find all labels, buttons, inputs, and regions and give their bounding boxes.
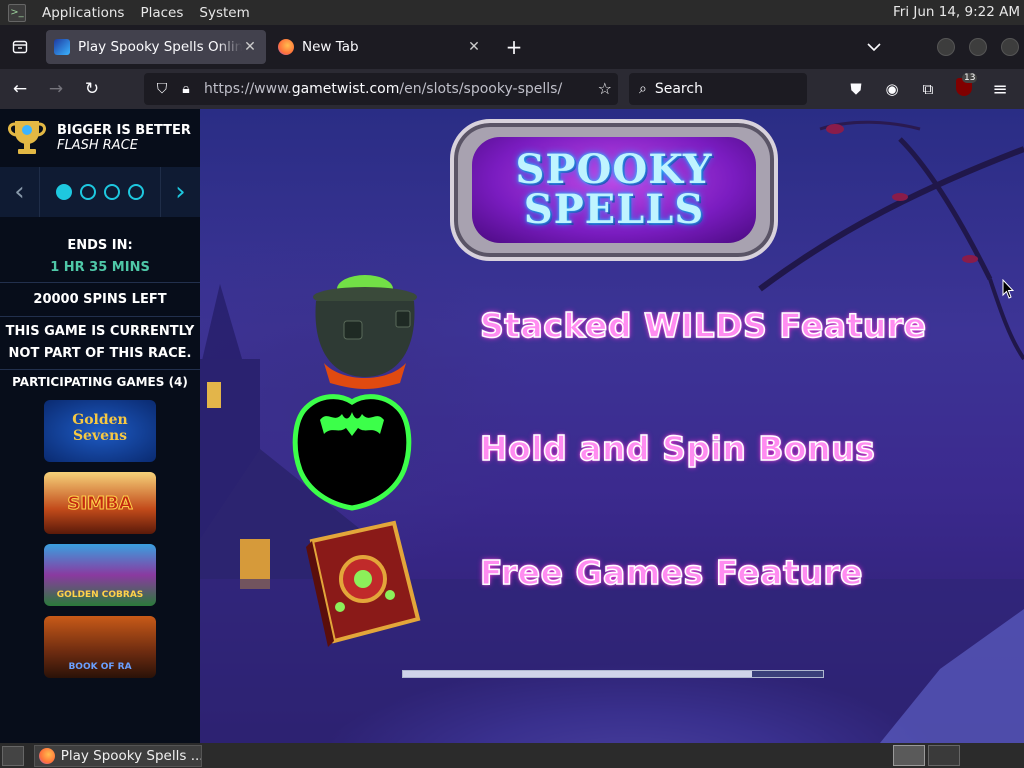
terminal-app-icon[interactable]: >_ — [8, 3, 26, 22]
reload-button[interactable]: ↻ — [76, 73, 108, 105]
hamburger-menu-icon[interactable]: ≡ — [988, 77, 1012, 101]
loading-progress-fill — [403, 671, 752, 677]
race-subtitle: FLASH RACE — [57, 138, 138, 153]
pager-dot-3[interactable] — [104, 184, 120, 200]
plus-icon: + — [505, 35, 523, 59]
search-placeholder: Search — [654, 81, 703, 97]
feature-label: Stacked WILDS Feature — [479, 305, 927, 346]
places-menu[interactable]: Places — [132, 5, 191, 21]
game-thumb-golden-sevens[interactable]: Golden Sevens — [44, 400, 156, 462]
race-header: BIGGER IS BETTER FLASH RACE — [0, 109, 200, 167]
tab-title: Play Spooky Spells Online For Free — [78, 39, 242, 55]
list-all-tabs-button[interactable] — [860, 31, 888, 63]
loading-progress-bar — [402, 670, 824, 678]
back-button[interactable]: ← — [4, 73, 36, 105]
tab-spooky-spells[interactable]: Play Spooky Spells Online For Free ✕ — [46, 30, 266, 64]
cauldron-icon — [302, 259, 428, 395]
pocket-icon[interactable]: ⛊ — [844, 77, 868, 101]
pager-dots — [40, 184, 160, 200]
divider — [0, 282, 200, 283]
game-thumb-simba[interactable]: SIMBA — [44, 472, 156, 534]
taskbar-window-firefox[interactable]: Play Spooky Spells ... — [34, 744, 202, 767]
top-panel: >_ Applications Places System Fri Jun 14… — [0, 0, 1024, 25]
panel-clock[interactable]: Fri Jun 14, 9:22 AM — [893, 4, 1020, 20]
close-window-button[interactable] — [1001, 38, 1019, 56]
divider — [0, 316, 200, 317]
firefox-favicon-icon — [278, 39, 294, 55]
tab-strip: Play Spooky Spells Online For Free ✕ New… — [0, 25, 1024, 69]
close-tab-icon[interactable]: ✕ — [242, 39, 258, 55]
chevron-down-icon — [867, 43, 881, 52]
chevron-right-icon: › — [175, 177, 186, 207]
tab-title: New Tab — [302, 39, 359, 55]
firefox-view-icon — [12, 40, 28, 54]
search-icon: ⌕ — [639, 81, 647, 97]
maximize-window-button[interactable] — [969, 38, 987, 56]
applications-menu[interactable]: Applications — [34, 5, 132, 21]
forward-arrow-icon: → — [48, 79, 64, 99]
race-title: BIGGER IS BETTER — [57, 123, 191, 138]
navigation-bar: ← → ↻ ⛉ 🔒︎ https://www.gametwist.com/en/… — [0, 69, 1024, 109]
shield-icon[interactable]: ⛉ — [152, 81, 172, 97]
pager-dot-1[interactable] — [56, 184, 72, 200]
ublock-badge: 13 — [962, 73, 978, 83]
reload-icon: ↻ — [84, 79, 100, 99]
game-loading-screen[interactable]: SPOOKY SPELLS Stacked WILDS Feature Hold — [200, 109, 1024, 743]
bookmark-star-icon[interactable]: ☆ — [598, 79, 612, 98]
close-tab-icon[interactable]: ✕ — [466, 39, 482, 55]
bottom-taskbar: Play Spooky Spells ... — [0, 743, 1024, 768]
web-content: BIGGER IS BETTER FLASH RACE ‹ › ENDS IN:… — [0, 109, 1024, 743]
trophy-icon — [5, 118, 49, 158]
divider — [0, 369, 200, 370]
spins-left: 20000 SPINS LEFT — [33, 292, 167, 307]
url-bar[interactable]: ⛉ 🔒︎ https://www.gametwist.com/en/slots/… — [144, 73, 618, 105]
workspace-2[interactable] — [928, 745, 960, 766]
race-status-message: THIS GAME IS CURRENTLY NOT PART OF THIS … — [5, 324, 195, 361]
gametwist-favicon-icon — [54, 39, 70, 55]
spooky-spells-logo: SPOOKY SPELLS — [450, 119, 778, 261]
firefox-view-button[interactable] — [0, 25, 40, 69]
spellbook-icon — [300, 519, 426, 653]
account-icon[interactable]: ◉ — [880, 77, 904, 101]
taskbar-window-title: Play Spooky Spells ... — [60, 747, 201, 764]
bat-icon — [290, 390, 414, 516]
show-desktop-button[interactable] — [2, 745, 24, 766]
race-sidebar: BIGGER IS BETTER FLASH RACE ‹ › ENDS IN:… — [0, 109, 200, 743]
url-text[interactable]: https://www.gametwist.com/en/slots/spook… — [204, 81, 562, 97]
participating-games-label: PARTICIPATING GAMES (4) — [12, 375, 188, 389]
workspace-1[interactable] — [893, 745, 925, 766]
feature-label: Hold and Spin Bonus — [479, 428, 876, 469]
next-race-button[interactable]: › — [160, 167, 200, 217]
feature-label: Free Games Feature — [479, 552, 863, 593]
pager-dot-2[interactable] — [80, 184, 96, 200]
back-arrow-icon: ← — [12, 79, 28, 99]
mouse-cursor-icon — [1002, 279, 1014, 299]
ends-in-value: 1 HR 35 MINS — [50, 260, 150, 275]
pager-dot-4[interactable] — [128, 184, 144, 200]
lock-icon[interactable]: 🔒︎ — [176, 81, 196, 97]
system-menu[interactable]: System — [191, 5, 257, 21]
new-tab-button[interactable]: + — [498, 31, 530, 63]
ends-in-label: ENDS IN: — [67, 238, 133, 253]
race-pager: ‹ › — [0, 167, 200, 217]
search-bar[interactable]: ⌕ Search — [629, 73, 807, 105]
previous-race-button[interactable]: ‹ — [0, 167, 40, 217]
chevron-left-icon: ‹ — [14, 177, 25, 207]
tab-new-tab[interactable]: New Tab ✕ — [270, 30, 490, 64]
game-thumb-golden-cobras[interactable]: GOLDEN COBRAS — [44, 544, 156, 606]
forward-button[interactable]: → — [40, 73, 72, 105]
extensions-icon[interactable]: ⧉ — [916, 77, 940, 101]
firefox-icon — [39, 747, 55, 764]
game-thumb-book-of-ra[interactable]: BOOK OF RA — [44, 616, 156, 678]
minimize-window-button[interactable] — [937, 38, 955, 56]
